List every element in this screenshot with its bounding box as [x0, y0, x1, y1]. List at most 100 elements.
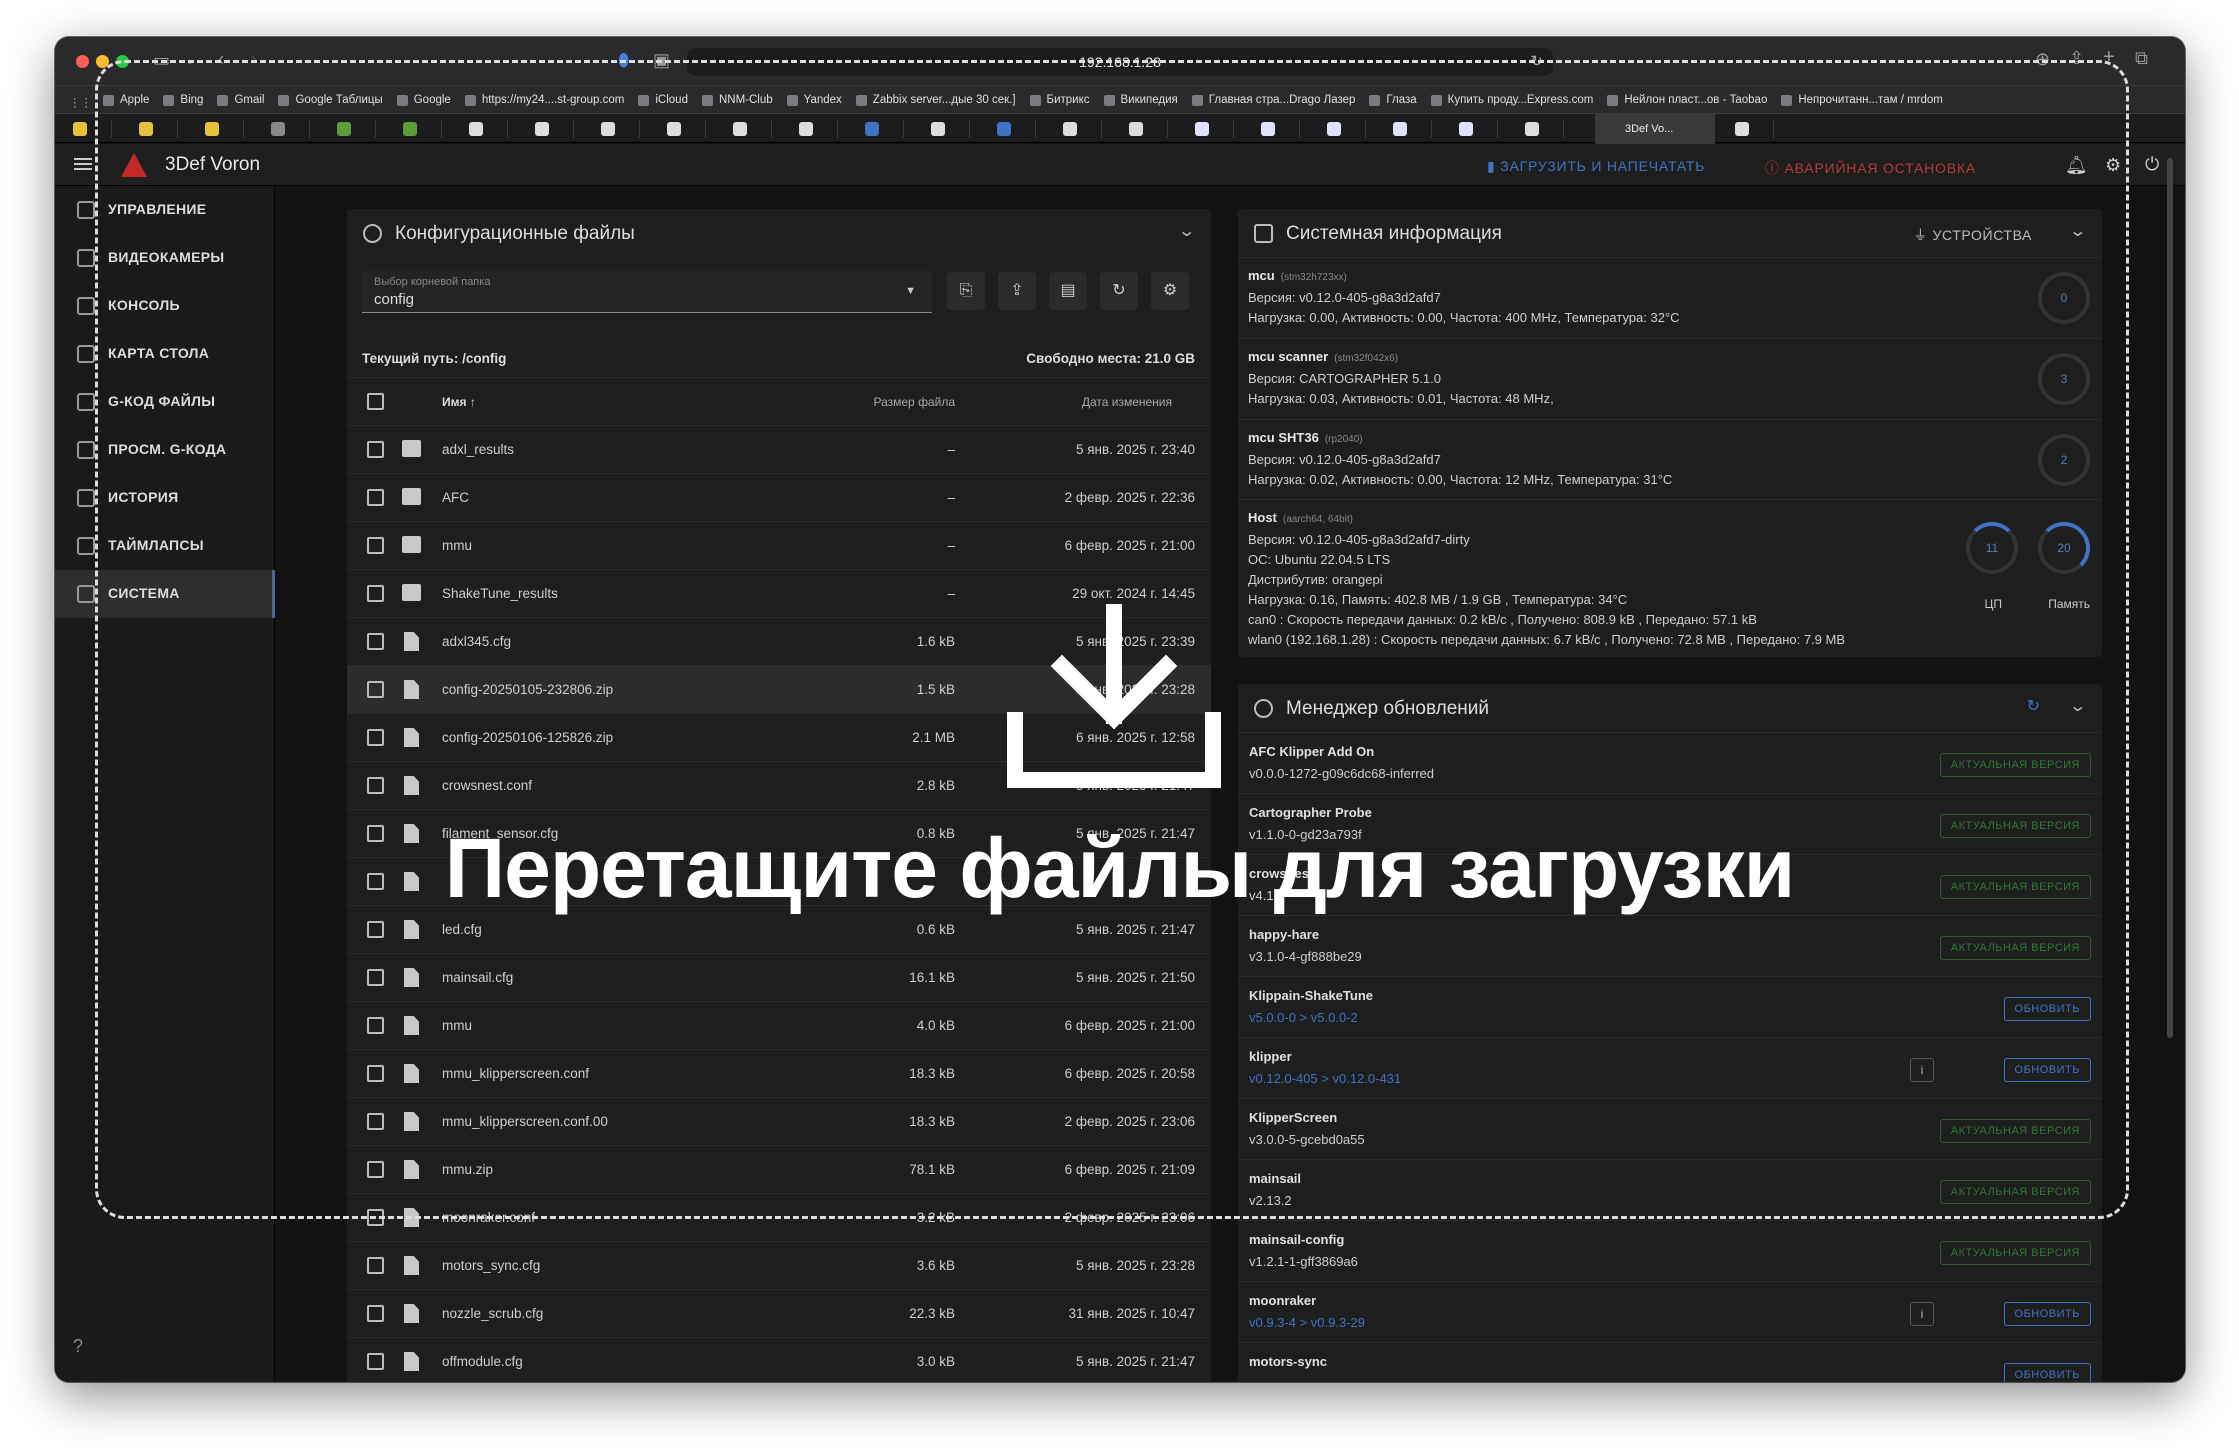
back-icon[interactable]: ‹ — [218, 49, 224, 69]
table-row[interactable]: moonraker.conf 3.2 kB 2 февр. 2025 г. 23:0… — [347, 1193, 1211, 1241]
row-checkbox[interactable] — [367, 969, 384, 986]
upload-print-button[interactable]: ▮ ЗАГРУЗИТЬ И НАПЕЧАТАТЬ — [1487, 158, 1705, 175]
row-checkbox[interactable] — [367, 1161, 384, 1178]
sidebar-item-7[interactable]: ТАЙМЛАПСЫ — [55, 522, 275, 570]
sidebar-item-2[interactable]: КОНСОЛЬ — [55, 282, 275, 330]
root-folder-select[interactable]: Выбор корневой папка config ▼ — [362, 271, 932, 313]
help-icon[interactable]: ? — [73, 1336, 83, 1356]
reload-icon[interactable]: ↻ — [1530, 48, 1543, 76]
browser-tab-icon[interactable] — [1525, 122, 1539, 136]
bell-icon[interactable]: 🔔︎ — [2065, 155, 2088, 175]
browser-tab-icon[interactable] — [1129, 122, 1143, 136]
share-icon[interactable]: ⇪ — [2069, 48, 2084, 68]
browser-tab-icon[interactable] — [667, 122, 681, 136]
sidebar-item-3[interactable]: КАРТА СТОЛА — [55, 330, 275, 378]
column-size[interactable]: Размер файла — [873, 395, 955, 409]
row-checkbox[interactable] — [367, 777, 384, 794]
new-file-icon[interactable]: ⎘ — [947, 272, 985, 310]
browser-tab-icon[interactable] — [1261, 122, 1275, 136]
row-checkbox[interactable] — [367, 537, 384, 554]
sidebar-item-0[interactable]: УПРАВЛЕНИЕ — [55, 186, 275, 234]
favorite-item[interactable]: iCloud — [638, 86, 688, 113]
table-row[interactable]: AFC – 2 февр. 2025 г. 22:36 — [347, 473, 1211, 521]
upload-file-icon[interactable]: ⇪ — [998, 272, 1036, 310]
browser-tab-icon[interactable] — [139, 122, 153, 136]
settings-gear-icon[interactable]: ⚙ — [1151, 272, 1189, 310]
collapse-chevron-icon[interactable]: ⌄ — [2068, 696, 2087, 716]
sidebar-item-1[interactable]: ВИДЕОКАМЕРЫ — [55, 234, 275, 282]
browser-tab-icon[interactable] — [271, 122, 285, 136]
refresh-icon[interactable]: ↻ — [1100, 272, 1138, 310]
row-checkbox[interactable] — [367, 1113, 384, 1130]
info-button-icon[interactable]: i — [1910, 1302, 1934, 1326]
sidebar-item-4[interactable]: G-КОД ФАЙЛЫ — [55, 378, 275, 426]
collapse-chevron-icon[interactable]: ⌄ — [2068, 221, 2087, 241]
row-checkbox[interactable] — [367, 1065, 384, 1082]
select-all-checkbox[interactable] — [367, 393, 384, 410]
update-button[interactable]: ОБНОВИТЬ — [2003, 997, 2091, 1021]
table-row[interactable]: mmu – 6 февр. 2025 г. 21:00 — [347, 521, 1211, 569]
browser-tab-icon[interactable] — [865, 122, 879, 136]
row-checkbox[interactable] — [367, 1209, 384, 1226]
table-row[interactable]: mmu_klipperscreen.conf 18.3 kB 6 февр. 202… — [347, 1049, 1211, 1097]
close-window-button[interactable] — [76, 55, 89, 68]
browser-tab-icon[interactable] — [1063, 122, 1077, 136]
favorite-item[interactable]: Битрикс — [1029, 86, 1090, 113]
browser-tab-icon[interactable] — [403, 122, 417, 136]
browser-tab-icon[interactable] — [1327, 122, 1341, 136]
browser-tab-icon[interactable] — [205, 122, 219, 136]
browser-tab-icon[interactable] — [997, 122, 1011, 136]
table-row[interactable]: nozzle_scrub.cfg 22.3 kB 31 янв. 2025 г. 1… — [347, 1289, 1211, 1337]
favorite-item[interactable]: https://my24....st-group.com — [464, 86, 624, 113]
row-checkbox[interactable] — [367, 1353, 384, 1370]
table-row[interactable]: mmu_klipperscreen.conf.00 18.3 kB 2 февр. … — [347, 1097, 1211, 1145]
browser-tab-icon[interactable] — [733, 122, 747, 136]
zoom-window-button[interactable] — [116, 55, 129, 68]
favorite-item[interactable]: Нейлон пласт...ов - Taobao — [1607, 86, 1767, 113]
table-row[interactable]: mmu.zip 78.1 kB 6 февр. 2025 г. 21:09 — [347, 1145, 1211, 1193]
row-checkbox[interactable] — [367, 921, 384, 938]
download-icon[interactable]: ⊕ — [2035, 49, 2050, 69]
shield-icon[interactable]: ⬮ — [618, 50, 629, 70]
forward-icon[interactable]: › — [251, 49, 257, 69]
browser-tab-icon[interactable] — [469, 122, 483, 136]
favorite-item[interactable]: Непрочитанн...там / mrdom — [1781, 86, 1943, 113]
sidebar-item-5[interactable]: ПРОСМ. G-КОДА — [55, 426, 275, 474]
favorite-item[interactable]: Yandex — [786, 86, 842, 113]
menu-icon[interactable] — [74, 158, 92, 170]
favorite-item[interactable]: Bing — [163, 86, 203, 113]
update-button[interactable]: ОБНОВИТЬ — [2003, 1302, 2091, 1326]
browser-tab-icon[interactable] — [931, 122, 945, 136]
browser-tab-icon[interactable] — [601, 122, 615, 136]
browser-tab-icon[interactable] — [799, 122, 813, 136]
settings-icon[interactable]: ⚙ — [2105, 155, 2121, 175]
browser-tab-icon[interactable] — [535, 122, 549, 136]
sidebar-item-6[interactable]: ИСТОРИЯ — [55, 474, 275, 522]
sidebar-toggle-icon[interactable]: ▭ — [153, 50, 170, 70]
table-row[interactable]: mmu 4.0 kB 6 февр. 2025 г. 21:00 — [347, 1001, 1211, 1049]
favorite-item[interactable]: Google Таблицы — [278, 86, 383, 113]
reader-icon[interactable]: ▣ — [653, 50, 670, 70]
browser-tab-icon[interactable] — [1195, 122, 1209, 136]
new-folder-icon[interactable]: ▤ — [1049, 272, 1087, 310]
table-row[interactable]: motors_sync.cfg 3.6 kB 5 янв. 2025 г. 23:2… — [347, 1241, 1211, 1289]
browser-tab-icon[interactable] — [73, 122, 87, 136]
row-checkbox[interactable] — [367, 681, 384, 698]
favorite-item[interactable]: Википедия — [1103, 86, 1178, 113]
row-checkbox[interactable] — [367, 441, 384, 458]
row-checkbox[interactable] — [367, 1305, 384, 1322]
collapse-chevron-icon[interactable]: ⌄ — [1177, 221, 1196, 241]
favorite-item[interactable]: Zabbix server...дые 30 сек.] — [855, 86, 1016, 113]
browser-tab-icon[interactable] — [1735, 122, 1749, 136]
active-tab[interactable]: 3Def Vo... — [1595, 114, 1715, 144]
minimize-window-button[interactable] — [96, 55, 109, 68]
row-checkbox[interactable] — [367, 585, 384, 602]
favorite-item[interactable]: Gmail — [217, 86, 264, 113]
refresh-updates-icon[interactable]: ↻ — [2027, 696, 2040, 716]
favorite-item[interactable]: Apple — [103, 86, 149, 113]
row-checkbox[interactable] — [367, 729, 384, 746]
favorite-item[interactable]: Купить проду...Express.com — [1430, 86, 1593, 113]
new-tab-icon[interactable]: + — [2103, 47, 2115, 67]
row-checkbox[interactable] — [367, 633, 384, 650]
update-button[interactable]: ОБНОВИТЬ — [2003, 1058, 2091, 1082]
